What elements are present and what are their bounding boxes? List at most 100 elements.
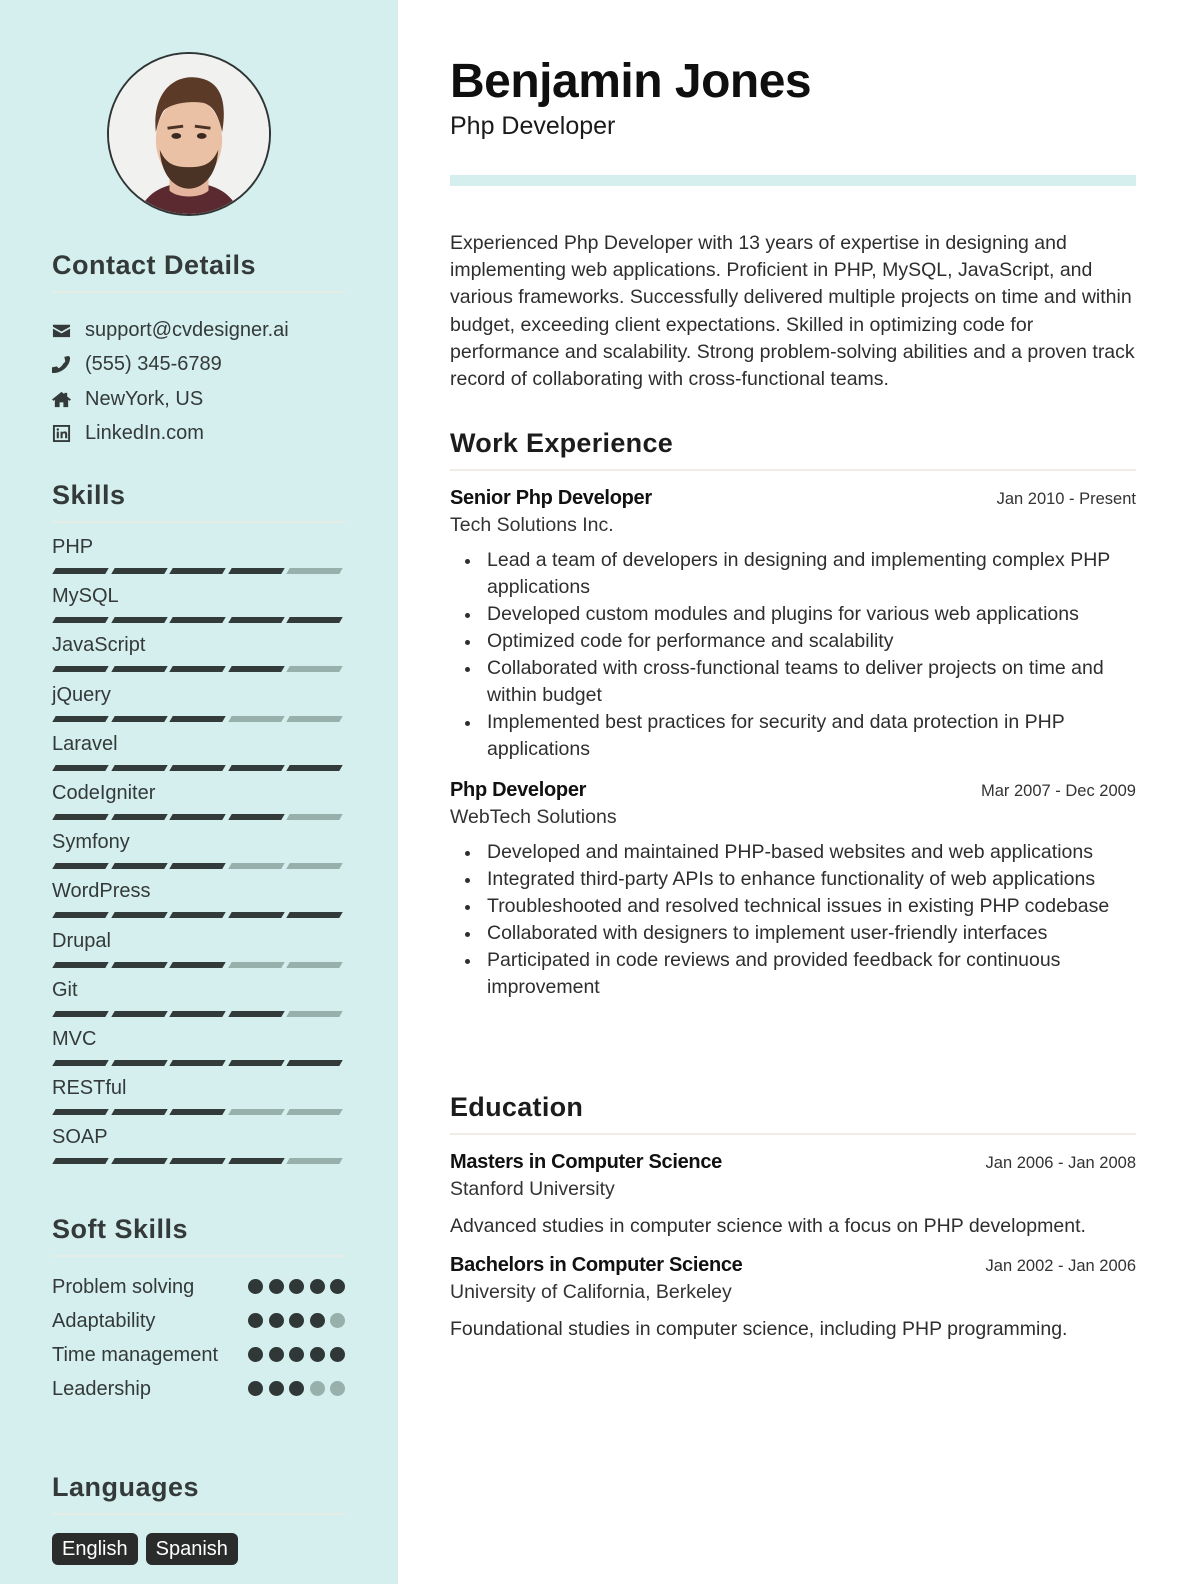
skill-level-meter <box>52 617 345 624</box>
contact-linkedin[interactable]: LinkedIn.com <box>52 417 345 452</box>
responsibility-item: Collaborated with designers to implement… <box>465 920 1136 947</box>
skill-bar-filled <box>169 1010 226 1017</box>
language-badge: Spanish <box>145 1533 238 1565</box>
skill-item: JavaScript <box>52 631 345 680</box>
contact-heading: Contact Details <box>52 250 345 293</box>
rating-dot-filled <box>248 1381 263 1396</box>
education-entry: Bachelors in Computer Science Jan 2002 - … <box>450 1254 1136 1341</box>
skill-bar-filled <box>52 1158 109 1165</box>
skill-bar-filled <box>110 1010 167 1017</box>
skill-name: Git <box>52 978 78 1001</box>
contact-location-text: NewYork, US <box>85 387 204 410</box>
rating-dot-filled <box>330 1347 345 1362</box>
home-icon <box>52 390 85 409</box>
responsibility-item: Implemented best practices for security … <box>465 709 1136 763</box>
responsibility-item: Troubleshooted and resolved technical is… <box>465 893 1136 920</box>
soft-skill-item: Problem solving <box>52 1273 345 1301</box>
work-list: Senior Php Developer Jan 2010 - Present Te… <box>450 487 1136 1001</box>
skill-item: CodeIgniter <box>52 779 345 828</box>
education-entry-header: Masters in Computer Science Jan 2006 - Ja… <box>450 1151 1136 1174</box>
responsibility-item: Participated in code reviews and provide… <box>465 947 1136 1001</box>
rating-dot-filled <box>309 1313 325 1328</box>
skill-bar-filled <box>169 863 226 870</box>
rating-dot-filled <box>309 1347 325 1362</box>
skill-bar-filled <box>52 1109 109 1116</box>
soft-skill-item: Time management <box>52 1341 345 1369</box>
envelope-icon <box>52 321 85 340</box>
skill-bar-empty <box>286 863 343 870</box>
skill-bar-empty <box>227 863 284 870</box>
soft-skill-name: Time management <box>52 1344 218 1366</box>
skill-level-meter <box>52 568 345 574</box>
accent-divider <box>450 175 1136 186</box>
skill-item: MVC <box>52 1025 345 1074</box>
person-photo-icon <box>109 54 269 214</box>
languages-list: English Spanish <box>52 1533 345 1565</box>
rating-dot-empty <box>309 1381 325 1396</box>
skill-level-meter <box>52 1109 345 1116</box>
skill-item: WordPress <box>52 877 345 926</box>
skill-bar-filled <box>169 1059 226 1066</box>
skill-bar-empty <box>286 666 343 673</box>
skill-bar-filled <box>110 1158 167 1165</box>
skill-level-meter <box>52 961 345 968</box>
skill-item: Laravel <box>52 730 345 779</box>
language-badge: English <box>52 1533 138 1565</box>
skill-bar-filled <box>169 764 226 771</box>
education-dates: Jan 2002 - Jan 2006 <box>985 1257 1136 1275</box>
rating-dot-filled <box>248 1279 263 1294</box>
skill-bar-filled <box>110 568 167 574</box>
skill-bar-filled <box>227 617 284 624</box>
rating-dot-filled <box>309 1279 325 1294</box>
rating-dot-filled <box>268 1347 284 1362</box>
skill-item: Symfony <box>52 828 345 877</box>
skill-name: Drupal <box>52 929 111 952</box>
work-entry: Senior Php Developer Jan 2010 - Present Te… <box>450 487 1136 763</box>
education-dates: Jan 2006 - Jan 2008 <box>985 1154 1136 1172</box>
candidate-name: Benjamin Jones <box>450 55 812 108</box>
skill-level-meter <box>52 1059 345 1066</box>
rating-dot-filled <box>248 1313 263 1328</box>
skill-name: Symfony <box>52 831 130 854</box>
school-name: University of California, Berkeley <box>450 1281 732 1303</box>
skill-bar-filled <box>169 961 226 968</box>
job-title: Php Developer <box>450 779 587 801</box>
skill-bar-filled <box>52 1010 109 1017</box>
skill-bar-filled <box>110 764 167 771</box>
rating-dot-filled <box>248 1347 263 1362</box>
contact-phone[interactable]: (555) 345-6789 <box>52 348 345 383</box>
responsibility-item: Lead a team of developers in designing a… <box>465 547 1136 601</box>
skill-bar-filled <box>169 1158 226 1165</box>
skill-level-meter <box>52 1158 345 1165</box>
skill-bar-filled <box>52 715 109 722</box>
skills-section: Skills PHP MySQL JavaScript jQuery Laravel Co… <box>52 480 345 1172</box>
contact-list: support@cvdesigner.ai (555) 345-6789 New… <box>52 313 345 451</box>
rating-dot-filled <box>289 1279 304 1294</box>
skill-level-meter <box>52 715 345 722</box>
skill-bar-filled <box>52 1059 109 1066</box>
education-section: Education Masters in Computer Science Jan… <box>450 1092 1136 1341</box>
soft-skill-rating <box>248 1273 345 1294</box>
skill-bar-empty <box>286 813 343 820</box>
skill-item: jQuery <box>52 681 345 730</box>
contact-email[interactable]: support@cvdesigner.ai <box>52 313 345 348</box>
skill-bar-filled <box>169 715 226 722</box>
skill-level-meter <box>52 813 345 820</box>
skill-name: WordPress <box>52 880 151 903</box>
skill-bar-filled <box>52 666 109 673</box>
skill-bar-filled <box>52 863 109 870</box>
skill-name: jQuery <box>52 683 111 706</box>
skill-bar-filled <box>169 666 226 673</box>
skill-level-meter <box>52 863 345 870</box>
job-dates: Mar 2007 - Dec 2009 <box>980 782 1136 800</box>
rating-dot-filled <box>268 1279 284 1294</box>
rating-dot-filled <box>330 1279 345 1294</box>
skill-bar-filled <box>110 961 167 968</box>
skill-bar-empty <box>286 568 343 574</box>
skill-bar-empty <box>227 1109 284 1116</box>
skill-bar-filled <box>52 813 109 820</box>
skill-bar-filled <box>227 813 284 820</box>
skill-bar-filled <box>52 961 109 968</box>
soft-skills-heading: Soft Skills <box>52 1214 345 1257</box>
skill-name: JavaScript <box>52 634 146 657</box>
